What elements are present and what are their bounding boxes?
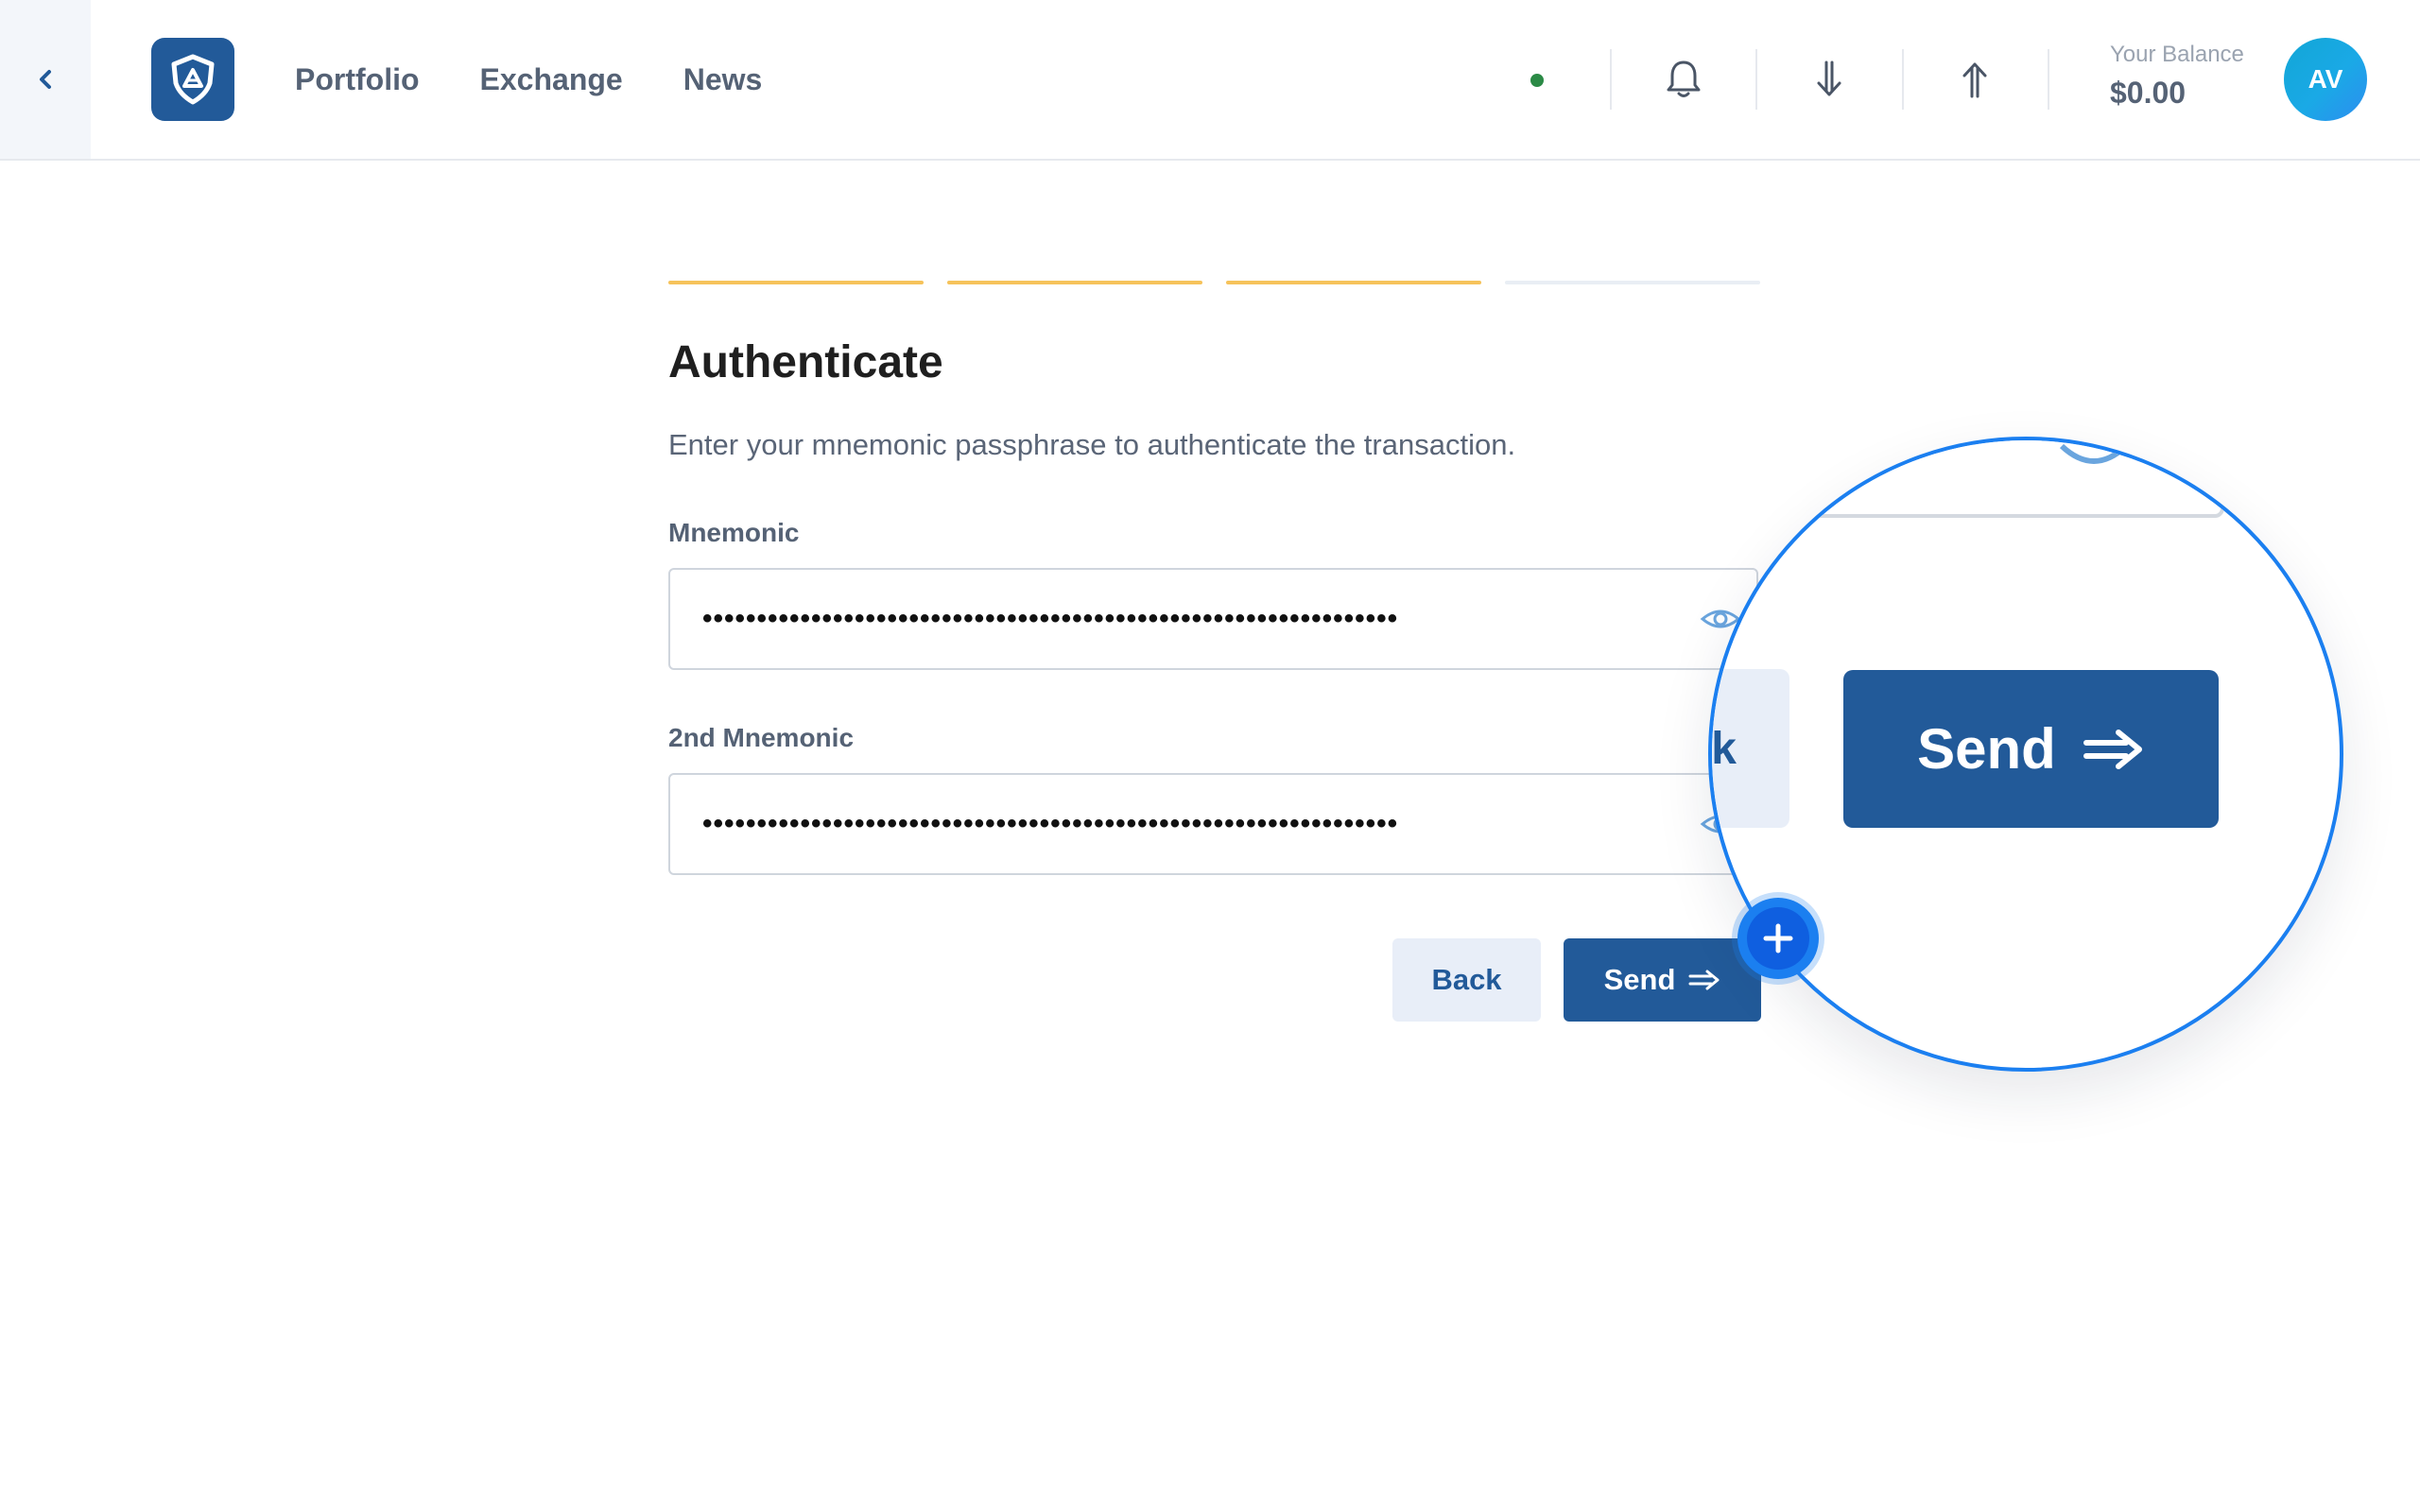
step-progress	[668, 281, 1761, 284]
second-mnemonic-value: ••••••••••••••••••••••••••••••••••••••••…	[702, 808, 1399, 839]
eye-icon	[2059, 443, 2129, 464]
step-indicator-2	[947, 281, 1202, 284]
magnified-mnemonic-field: ••••	[1712, 440, 2224, 518]
step-indicator-1	[668, 281, 924, 284]
step-indicator-3	[1226, 281, 1481, 284]
arrow-right-icon	[1688, 970, 1720, 990]
divider	[1610, 49, 1612, 110]
receive-button[interactable]	[1803, 53, 1856, 106]
magnified-send-label: Send	[1917, 717, 2056, 781]
nav-news[interactable]: News	[683, 62, 763, 97]
main-nav: Portfolio Exchange News	[295, 0, 762, 159]
magnifier-zoom-view: •••• k Send	[1708, 437, 2343, 1072]
arrow-down-icon	[1817, 60, 1841, 96]
back-arrow-button[interactable]	[0, 0, 91, 159]
divider	[1902, 49, 1904, 110]
send-header-button[interactable]	[1948, 53, 2001, 106]
notifications-button[interactable]	[1657, 53, 1710, 106]
mnemonic-value: ••••••••••••••••••••••••••••••••••••••••…	[702, 603, 1399, 634]
shield-logo-icon	[171, 54, 215, 105]
page-title: Authenticate	[668, 337, 943, 387]
second-mnemonic-field[interactable]: ••••••••••••••••••••••••••••••••••••••••…	[668, 773, 1758, 875]
back-button-label: Back	[1431, 963, 1502, 996]
balance-label: Your Balance	[2110, 42, 2244, 67]
divider	[2048, 49, 2049, 110]
nav-portfolio[interactable]: Portfolio	[295, 62, 420, 97]
user-avatar[interactable]: AV	[2284, 38, 2367, 121]
page-subtitle: Enter your mnemonic passphrase to authen…	[668, 428, 1516, 461]
mnemonic-field[interactable]: ••••••••••••••••••••••••••••••••••••••••…	[668, 568, 1758, 670]
send-button-label: Send	[1603, 963, 1676, 996]
nav-exchange[interactable]: Exchange	[480, 62, 623, 97]
balance-value: $0.00	[2110, 76, 2187, 110]
arrow-up-icon	[1962, 62, 1987, 98]
connection-status-dot	[1530, 74, 1544, 87]
back-button[interactable]: Back	[1392, 938, 1541, 1022]
plus-icon	[1763, 923, 1793, 954]
magnified-send-button: Send	[1843, 670, 2219, 828]
zoom-plus-inner	[1747, 907, 1809, 970]
send-button[interactable]: Send	[1564, 938, 1761, 1022]
top-bar: Portfolio Exchange News Your Balance $0.…	[0, 0, 2420, 161]
step-indicator-4	[1505, 281, 1760, 284]
zoom-plus-button[interactable]	[1737, 898, 1819, 979]
app-logo[interactable]	[151, 38, 234, 121]
second-mnemonic-label: 2nd Mnemonic	[668, 723, 855, 752]
mnemonic-label: Mnemonic	[668, 518, 800, 547]
divider	[1755, 49, 1757, 110]
bell-icon	[1667, 60, 1701, 97]
magnified-back-button: k	[1711, 669, 1789, 828]
arrow-right-icon	[2083, 729, 2142, 769]
chevron-left-icon	[40, 70, 51, 89]
magnified-back-fragment: k	[1711, 723, 1737, 774]
